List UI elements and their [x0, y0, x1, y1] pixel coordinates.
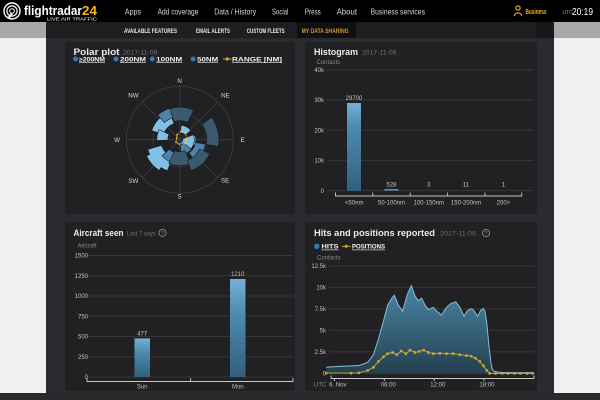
- svg-text:<50nm: <50nm: [345, 201, 364, 207]
- svg-text:5k: 5k: [320, 329, 327, 335]
- svg-text:POSITIONS: POSITIONS: [352, 245, 385, 251]
- svg-text:E: E: [241, 137, 245, 144]
- svg-text:Last 7 days: Last 7 days: [127, 231, 157, 238]
- svg-text:AVAILABLE FEATURES: AVAILABLE FEATURES: [124, 29, 177, 35]
- svg-text:250: 250: [78, 355, 89, 361]
- svg-text:1: 1: [502, 183, 506, 189]
- svg-text:LIVE AIR TRAFFIC: LIVE AIR TRAFFIC: [47, 17, 97, 22]
- svg-text:Polar plot: Polar plot: [74, 47, 121, 58]
- svg-text:3: 3: [427, 183, 431, 189]
- svg-text:Hits and positions reported: Hits and positions reported: [314, 228, 435, 239]
- svg-text:Mon: Mon: [232, 385, 244, 391]
- svg-text:N: N: [177, 78, 181, 85]
- svg-text:NE: NE: [221, 93, 230, 100]
- svg-text:UTC: UTC: [314, 383, 327, 389]
- svg-text:10k: 10k: [316, 286, 327, 292]
- svg-text:Social: Social: [272, 6, 289, 16]
- svg-text:2.5k: 2.5k: [315, 350, 327, 356]
- svg-text:6. Nov: 6. Nov: [329, 383, 346, 389]
- svg-text:?: ?: [484, 231, 487, 237]
- svg-text:Contacts: Contacts: [317, 256, 341, 262]
- svg-text:750: 750: [78, 315, 89, 321]
- svg-text:Apps: Apps: [125, 6, 142, 16]
- svg-text:CUSTOM FLEETS: CUSTOM FLEETS: [247, 29, 285, 35]
- svg-text:SW: SW: [128, 178, 138, 185]
- svg-text:30k: 30k: [314, 98, 325, 104]
- svg-text:NW: NW: [128, 93, 138, 100]
- svg-text:40k: 40k: [314, 68, 325, 74]
- svg-text:About: About: [337, 6, 358, 16]
- svg-text:Data / History: Data / History: [214, 6, 257, 16]
- svg-text:SE: SE: [221, 178, 229, 185]
- svg-text:150-200nm: 150-200nm: [451, 201, 481, 207]
- svg-text:2017-11-06: 2017-11-06: [362, 50, 397, 57]
- svg-text:11: 11: [463, 183, 470, 189]
- svg-text:29700: 29700: [346, 96, 363, 102]
- svg-text:477: 477: [137, 332, 148, 338]
- svg-text:100-150nm: 100-150nm: [414, 201, 444, 207]
- svg-text:MY DATA SHARING: MY DATA SHARING: [302, 29, 349, 35]
- svg-text:7.5k: 7.5k: [315, 307, 327, 313]
- svg-text:Aircraft: Aircraft: [78, 244, 97, 250]
- svg-text:12.5k: 12.5k: [311, 264, 327, 270]
- svg-text:50NM: 50NM: [197, 57, 218, 63]
- svg-text:20:19: 20:19: [572, 7, 593, 18]
- svg-text:Contacts: Contacts: [317, 60, 341, 66]
- svg-text:18:00: 18:00: [479, 383, 495, 389]
- svg-text:1210: 1210: [231, 272, 245, 278]
- svg-text:Business services: Business services: [371, 6, 425, 16]
- svg-text:1000: 1000: [75, 294, 89, 300]
- svg-text:≥200NM: ≥200NM: [79, 57, 105, 63]
- svg-text:2017-11-08: 2017-11-08: [123, 50, 158, 57]
- svg-text:EMAIL ALERTS: EMAIL ALERTS: [196, 29, 230, 35]
- svg-text:06:00: 06:00: [381, 383, 397, 389]
- svg-text:Add coverage: Add coverage: [158, 6, 199, 16]
- svg-text:528: 528: [386, 183, 397, 189]
- svg-text:20k: 20k: [314, 128, 325, 134]
- svg-text:1250: 1250: [75, 274, 89, 280]
- svg-text:?: ?: [161, 231, 164, 237]
- svg-text:10k: 10k: [314, 159, 325, 165]
- svg-text:Sun: Sun: [137, 385, 148, 391]
- svg-text:12:00: 12:00: [430, 383, 446, 389]
- svg-text:W: W: [114, 137, 120, 144]
- svg-text:HITS: HITS: [322, 245, 339, 251]
- svg-text:Histogram: Histogram: [314, 47, 358, 58]
- svg-text:RANGE [NM]: RANGE [NM]: [232, 57, 282, 63]
- svg-text:50-100nm: 50-100nm: [378, 201, 405, 207]
- svg-text:Press: Press: [305, 6, 321, 16]
- svg-text:Business: Business: [526, 9, 547, 16]
- svg-text:S: S: [178, 194, 182, 201]
- svg-text:500: 500: [78, 335, 89, 341]
- svg-text:Aircraft seen: Aircraft seen: [74, 228, 124, 239]
- svg-text:200NM: 200NM: [120, 57, 146, 63]
- svg-text:0: 0: [321, 189, 325, 195]
- svg-text:200>: 200>: [497, 201, 511, 207]
- svg-text:1500: 1500: [75, 254, 89, 260]
- svg-text:2017-11-06: 2017-11-06: [440, 231, 476, 238]
- svg-text:100NM: 100NM: [156, 57, 182, 63]
